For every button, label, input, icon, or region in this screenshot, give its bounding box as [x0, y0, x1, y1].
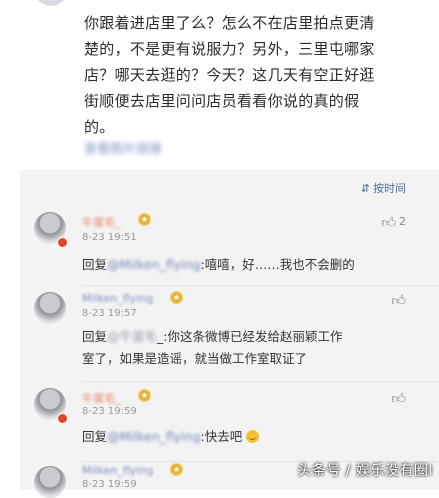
smile-emoji-icon	[246, 430, 260, 443]
comments-section: ⇵ 按时间 牛蛋毛_ ★ 8-23 19:51 👍︎ 2 回复@Milken_f…	[20, 170, 439, 498]
post-text: 你跟着进店里了么？怎么不在店里拍点更清 楚的，不是更有说服力？另外，三里屯哪家 …	[84, 10, 419, 140]
sort-icon: ⇵	[360, 181, 370, 195]
comment-time: 8-23 19:59	[82, 406, 137, 417]
comment-body: :快去吧	[200, 429, 243, 444]
medal-icon: ★	[138, 389, 151, 402]
mention-link[interactable]: @Milken_flying	[107, 257, 201, 272]
reply-prefix: 回复	[82, 257, 108, 272]
like-button[interactable]: 👍︎	[391, 390, 406, 407]
like-button[interactable]: 👍︎	[391, 292, 406, 309]
comment-time: 8-23 19:57	[82, 308, 137, 319]
username[interactable]: 牛蛋毛_	[82, 214, 121, 230]
thumbs-up-icon: 👍︎	[381, 215, 396, 231]
thumbs-up-icon: 👍︎	[391, 293, 406, 309]
medal-icon: ★	[170, 291, 183, 304]
mention-link[interactable]: @牛蛋毛	[107, 329, 157, 344]
comment-line: 回复@牛蛋毛_:你这条微博已经发给赵丽颖工作	[82, 326, 422, 348]
sort-label: 按时间	[373, 182, 406, 195]
username[interactable]: Milken_flying	[82, 292, 153, 305]
watermark: 头条号 / 娱乐没有圈I	[297, 463, 433, 479]
reply-prefix: 回复	[82, 429, 108, 444]
comment-line: 室了，如果是造谣，就当做工作室取证了	[82, 351, 308, 366]
comment-item: 牛蛋毛_ ★ 8-23 19:59 👍︎ 回复@Milken_flying:快去…	[20, 382, 439, 462]
comment-time: 8-23 19:59	[82, 479, 137, 490]
comment-body: :嘻嘻，好……我也不会删的	[200, 257, 355, 272]
post-line: 店？哪天去逛的？今天？这几天有空正好逛	[84, 66, 375, 84]
comment-item: 牛蛋毛_ ★ 8-23 19:51 👍︎ 2 回复@Milken_flying:…	[20, 206, 439, 286]
like-button[interactable]: 👍︎ 2	[381, 214, 406, 231]
comment-item: Milken_flying ★ 8-23 19:57 👍︎ 回复@牛蛋毛_:你这…	[20, 286, 439, 382]
comment-text: 回复@Milken_flying:快去吧	[82, 426, 422, 448]
main-post: 你跟着进店里了么？怎么不在店里拍点更清 楚的，不是更有说服力？另外，三里屯哪家 …	[0, 0, 439, 170]
mention-link[interactable]: @Milken_flying	[107, 429, 201, 444]
post-line: 楚的，不是更有说服力？另外，三里屯哪家	[84, 40, 375, 58]
verified-badge-icon	[57, 413, 68, 424]
medal-icon: ★	[170, 463, 183, 476]
avatar[interactable]	[34, 292, 66, 324]
post-line: 你跟着进店里了么？怎么不在店里拍点更清	[84, 14, 375, 32]
comment-text: 回复@Milken_flying:嘻嘻，好……我也不会删的	[82, 254, 422, 276]
post-line: 街顺便去店里问问店员看看你说的真的假	[84, 92, 360, 110]
post-line: 的。	[84, 118, 115, 136]
medal-icon: ★	[138, 213, 151, 226]
blurred-link[interactable]: 查看图片链接	[84, 138, 162, 157]
comment-time: 8-23 19:51	[82, 232, 137, 243]
sort-by-time-button[interactable]: ⇵ 按时间	[361, 180, 406, 196]
post-author-avatar[interactable]	[34, 0, 68, 6]
comment-body: _:你这条微博已经发给赵丽颖工作	[157, 329, 343, 344]
avatar[interactable]	[34, 466, 66, 498]
username[interactable]: Milken_flying	[82, 464, 153, 477]
verified-badge-icon	[57, 237, 68, 248]
thumbs-up-icon: 👍︎	[391, 391, 406, 407]
reply-prefix: 回复	[82, 329, 108, 344]
username[interactable]: 牛蛋毛_	[82, 390, 121, 406]
comment-text: 回复@牛蛋毛_:你这条微博已经发给赵丽颖工作 室了，如果是造谣，就当做工作室取证…	[82, 326, 422, 370]
like-count: 2	[399, 215, 406, 228]
